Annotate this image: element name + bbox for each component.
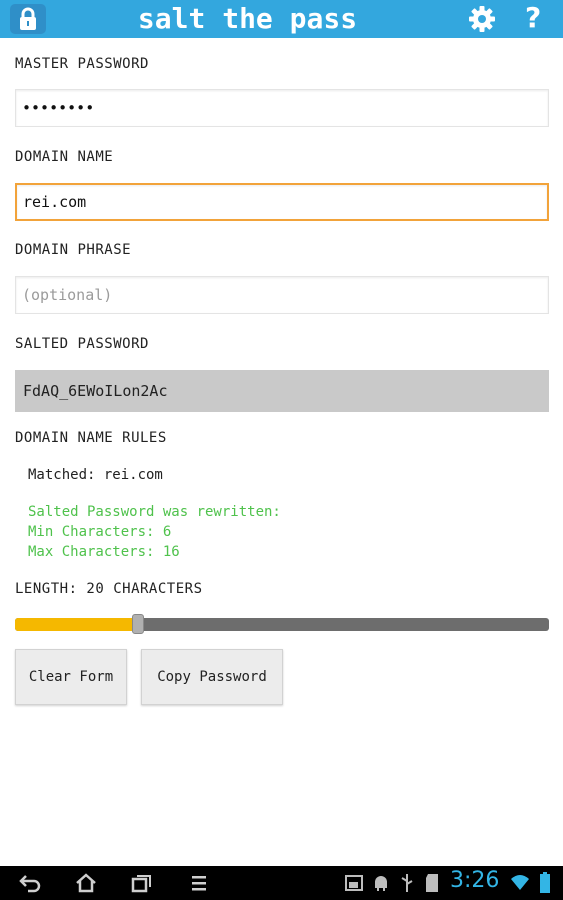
app-title: salt the pass	[137, 2, 358, 35]
domain-phrase-label: DOMAIN PHRASE	[15, 242, 132, 258]
matched-rule-text: Matched: rei.com	[28, 467, 163, 483]
system-nav-bar: 3:26	[0, 866, 563, 900]
master-password-field[interactable]	[15, 89, 549, 127]
battery-icon	[540, 872, 550, 893]
domain-name-field[interactable]	[15, 183, 549, 221]
help-icon[interactable]: ?	[525, 1, 541, 34]
length-label: LENGTH: 20 CHARACTERS	[15, 581, 203, 597]
gear-icon[interactable]	[468, 5, 496, 37]
salted-password-value[interactable]: FdAQ_6EWoILon2Ac	[15, 370, 549, 412]
master-password-label: MASTER PASSWORD	[15, 56, 149, 72]
android-debug-icon	[375, 876, 387, 891]
clear-form-button[interactable]: Clear Form	[15, 649, 127, 705]
length-slider-fill	[15, 618, 138, 631]
screenshot-icon	[345, 875, 363, 891]
home-icon[interactable]	[74, 873, 98, 893]
clock: 3:26	[450, 868, 500, 893]
usb-icon	[401, 874, 413, 892]
domain-name-label: DOMAIN NAME	[15, 149, 114, 165]
domain-phrase-field[interactable]	[15, 276, 549, 314]
length-slider[interactable]	[15, 614, 549, 634]
rewritten-notice: Salted Password was rewritten:	[28, 504, 281, 520]
sd-card-icon	[426, 874, 438, 892]
salted-password-label: SALTED PASSWORD	[15, 336, 149, 352]
copy-password-button[interactable]: Copy Password	[141, 649, 283, 705]
domain-name-rules-label: DOMAIN NAME RULES	[15, 430, 167, 446]
wifi-icon	[511, 875, 529, 890]
title-bar: salt the pass ?	[0, 0, 563, 38]
menu-icon[interactable]	[188, 873, 212, 893]
length-slider-thumb[interactable]	[131, 614, 144, 634]
back-icon[interactable]	[18, 873, 42, 893]
max-characters-text: Max Characters: 16	[28, 544, 180, 560]
min-characters-text: Min Characters: 6	[28, 524, 172, 540]
recent-apps-icon[interactable]	[130, 873, 154, 893]
